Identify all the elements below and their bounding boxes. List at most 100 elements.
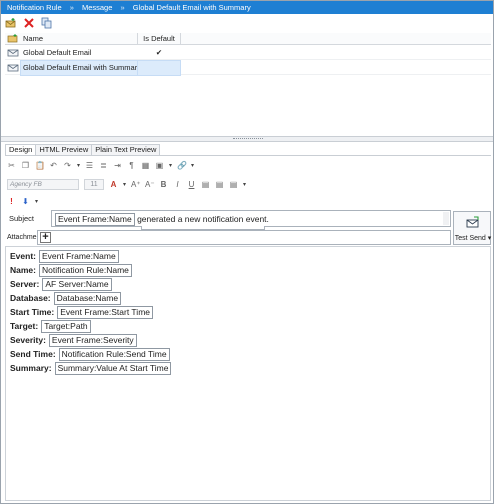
- message-grid: Name Is Default Global Default Email ✔ G…: [5, 33, 491, 77]
- column-header-name[interactable]: Name: [21, 33, 137, 45]
- priority-toolbar: ! ⬇ ▾: [7, 194, 38, 208]
- breadcrumb-separator: »: [69, 3, 74, 12]
- row-name: Global Default Email with Summary: [20, 60, 138, 76]
- add-attachment-button[interactable]: +: [40, 232, 51, 243]
- chevron-down-icon[interactable]: ▾: [123, 181, 126, 188]
- copy-text-icon[interactable]: ❐: [21, 161, 30, 170]
- subject-token[interactable]: Event Frame:Name: [55, 213, 135, 226]
- attachments-field[interactable]: +: [37, 230, 451, 245]
- email-icon: [7, 61, 19, 75]
- subject-text: generated a new notification event.: [134, 214, 269, 224]
- bold-icon[interactable]: B: [159, 180, 168, 189]
- editor-tabs: Design HTML Preview Plain Text Preview: [5, 144, 161, 155]
- numbered-list-icon[interactable]: ≣: [99, 161, 108, 170]
- bullet-list-icon[interactable]: ☰: [85, 161, 94, 170]
- chevron-down-icon[interactable]: ▾: [191, 162, 194, 169]
- link-icon[interactable]: 🔗: [177, 161, 187, 170]
- body-token[interactable]: Notification Rule:Send Time: [58, 348, 170, 361]
- align-left-icon[interactable]: ▤: [201, 180, 210, 189]
- body-line: Server: AF Server:Name: [10, 278, 112, 291]
- message-body-editor[interactable]: Event: Event Frame:Name Name: Notification…: [5, 246, 491, 501]
- body-token[interactable]: AF Server:Name: [42, 278, 112, 291]
- chevron-down-icon: ▾: [487, 235, 492, 242]
- body-label: Database:: [10, 293, 51, 303]
- chevron-down-icon[interactable]: ▾: [35, 198, 38, 205]
- font-family-select[interactable]: Agency FB: [7, 178, 79, 190]
- breadcrumb-item-message[interactable]: Message: [82, 3, 112, 12]
- subject-field[interactable]: Event Frame:Name generated a new notific…: [51, 210, 451, 227]
- body-line: Summary: Summary:Value At Start Time: [10, 362, 172, 375]
- chevron-down-icon[interactable]: ▾: [77, 162, 80, 169]
- font-size-select[interactable]: 11: [84, 178, 104, 190]
- indent-icon[interactable]: ⇥: [113, 161, 122, 170]
- body-token[interactable]: Event Frame:Severity: [48, 334, 137, 347]
- email-icon: [7, 46, 19, 60]
- body-token[interactable]: Event Frame:Start Time: [57, 306, 153, 319]
- tab-html-preview[interactable]: HTML Preview: [35, 144, 93, 155]
- breadcrumb: Notification Rule » Message » Global Def…: [1, 1, 493, 14]
- body-label: Name:: [10, 265, 36, 275]
- tab-divider: [5, 155, 491, 156]
- message-toolbar: [5, 16, 53, 30]
- delete-icon[interactable]: [23, 17, 35, 29]
- splitter-grip-icon[interactable]: [233, 138, 263, 140]
- table-row[interactable]: Global Default Email with Summary: [5, 60, 491, 76]
- test-send-label: Test Send ▾: [454, 235, 492, 242]
- test-send-button[interactable]: Test Send ▾: [453, 211, 491, 245]
- chevron-down-icon[interactable]: ▾: [243, 181, 246, 188]
- breadcrumb-item-current: Global Default Email with Summary: [132, 3, 251, 12]
- send-email-icon: [466, 216, 480, 228]
- body-line: Send Time: Notification Rule:Send Time: [10, 348, 170, 361]
- insert-image-icon[interactable]: ▣: [155, 161, 164, 170]
- font-color-icon[interactable]: A: [109, 180, 118, 189]
- chevron-down-icon[interactable]: ▾: [169, 162, 172, 169]
- format-toolbar: Agency FB 11 A ▾ A⁺ A⁻ B I U ▤ ▤ ▤ ▾: [7, 177, 246, 191]
- high-importance-icon[interactable]: !: [7, 197, 16, 206]
- tab-plain-text-preview[interactable]: Plain Text Preview: [91, 144, 161, 155]
- tab-design[interactable]: Design: [5, 144, 37, 155]
- body-line: Event: Event Frame:Name: [10, 250, 119, 263]
- align-center-icon[interactable]: ▤: [215, 180, 224, 189]
- body-line: Start Time: Event Frame:Start Time: [10, 306, 153, 319]
- underline-icon[interactable]: U: [187, 180, 196, 189]
- row-name: Global Default Email: [23, 48, 92, 57]
- new-email-icon[interactable]: [5, 17, 17, 29]
- body-token[interactable]: Event Frame:Name: [38, 250, 119, 263]
- is-default-checkmark: ✔: [155, 48, 163, 57]
- grid-header: Name Is Default: [5, 33, 491, 45]
- notification-editor-window: Notification Rule » Message » Global Def…: [0, 0, 494, 504]
- align-right-icon[interactable]: ▤: [229, 180, 238, 189]
- italic-icon[interactable]: I: [173, 180, 182, 189]
- cut-icon[interactable]: ✂: [7, 161, 16, 170]
- body-label: Event:: [10, 251, 36, 261]
- insert-symbol-icon[interactable]: ¶: [127, 161, 136, 170]
- low-importance-icon[interactable]: ⬇: [21, 197, 30, 206]
- body-label: Send Time:: [10, 349, 56, 359]
- grow-font-icon[interactable]: A⁺: [131, 180, 141, 189]
- table-row[interactable]: Global Default Email ✔: [5, 46, 491, 60]
- copy-icon[interactable]: [41, 17, 53, 29]
- column-divider[interactable]: [180, 33, 181, 45]
- paste-icon[interactable]: 📋: [35, 161, 45, 170]
- body-line: Target: Target:Path: [10, 320, 91, 333]
- shrink-font-icon[interactable]: A⁻: [145, 180, 155, 189]
- body-token[interactable]: Target:Path: [41, 320, 91, 333]
- body-line: Database: Database:Name: [10, 292, 122, 305]
- subject-scrollbar[interactable]: [443, 212, 449, 225]
- body-label: Target:: [10, 321, 39, 331]
- body-token[interactable]: Database:Name: [53, 292, 122, 305]
- undo-icon[interactable]: ↶: [49, 161, 58, 170]
- insert-table-icon[interactable]: ▦: [141, 161, 150, 170]
- is-default-cell: [137, 60, 181, 76]
- body-line: Severity: Event Frame:Severity: [10, 334, 137, 347]
- column-header-is-default[interactable]: Is Default: [138, 33, 180, 45]
- subject-label: Subject: [9, 214, 35, 223]
- body-label: Server:: [10, 279, 40, 289]
- body-token[interactable]: Summary:Value At Start Time: [54, 362, 172, 375]
- header-icon-column: [7, 33, 19, 45]
- breadcrumb-separator: »: [120, 3, 125, 12]
- pane-splitter[interactable]: [1, 136, 493, 142]
- body-token[interactable]: Notification Rule:Name: [38, 264, 132, 277]
- redo-icon[interactable]: ↷: [63, 161, 72, 170]
- breadcrumb-item-rule[interactable]: Notification Rule: [7, 3, 62, 12]
